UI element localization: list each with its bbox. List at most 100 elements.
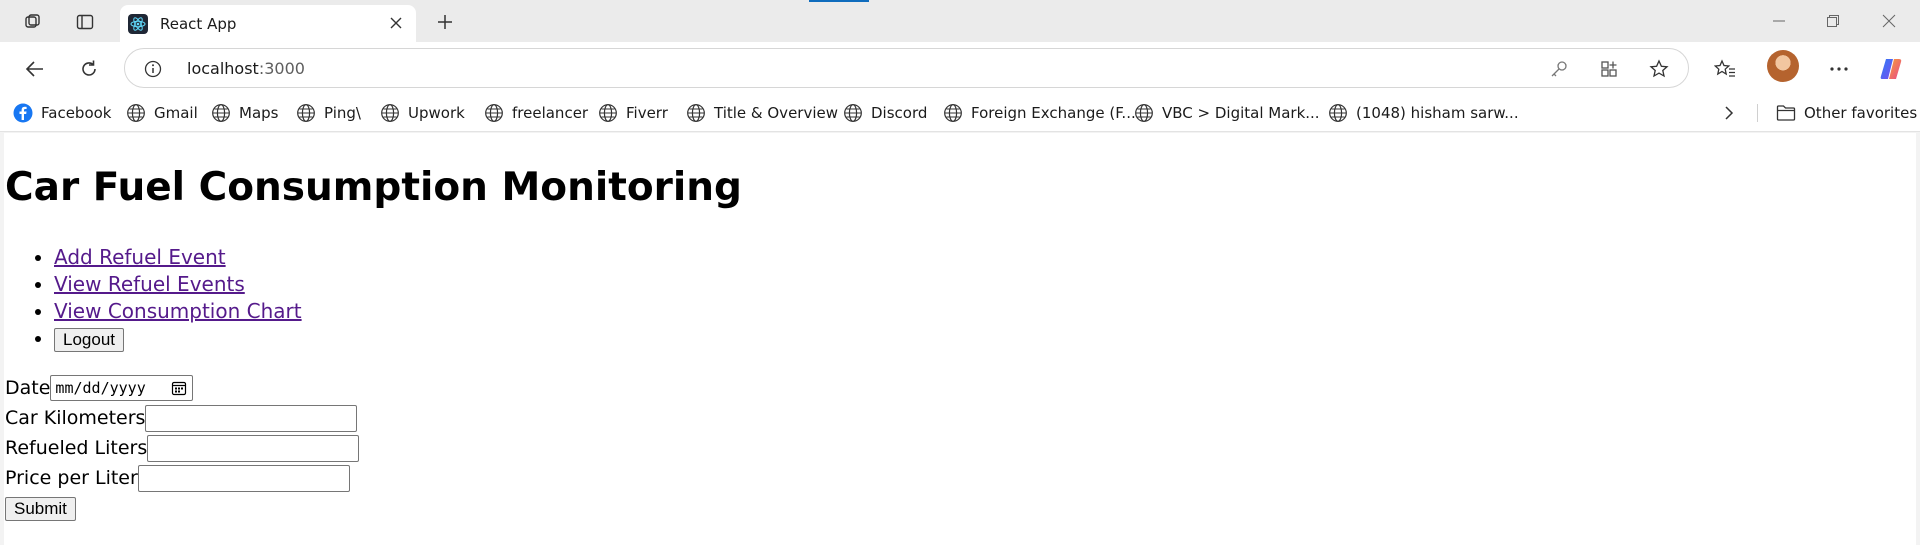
bookmark-label: Upwork [408, 104, 465, 122]
refresh-button[interactable] [72, 52, 106, 86]
tab-strip: React App [0, 0, 1920, 42]
bookmark-ping[interactable]: Ping\ [296, 102, 361, 124]
tab-actions-icon[interactable] [67, 8, 103, 36]
close-window-icon [1882, 14, 1896, 28]
bookmark-facebook[interactable]: Facebook [13, 102, 111, 124]
bookmarks-bar: Facebook Gmail Maps Ping\ Upwork freelan… [0, 94, 1920, 132]
back-button[interactable] [18, 52, 52, 86]
bookmark-label: Foreign Exchange (F... [971, 104, 1136, 122]
react-icon [128, 14, 148, 34]
chevron-right-icon[interactable] [1718, 102, 1740, 124]
bookmark-fiverr[interactable]: Fiverr [598, 102, 668, 124]
list-item: Add Refuel Event [54, 244, 302, 271]
new-tab-button[interactable] [430, 8, 460, 36]
calendar-icon[interactable] [170, 379, 188, 397]
date-input[interactable]: mm/dd/yyyy [50, 375, 194, 401]
info-icon[interactable] [143, 59, 163, 79]
bookmark-label: Ping\ [324, 104, 361, 122]
globe-icon [380, 103, 400, 123]
bookmark-title-overview[interactable]: Title & Overview [686, 102, 838, 124]
bookmark-label: Gmail [154, 104, 198, 122]
add-refuel-event-link[interactable]: Add Refuel Event [54, 245, 226, 269]
bookmark-label: Maps [239, 104, 279, 122]
tab-title: React App [160, 15, 237, 33]
bookmark-youtube[interactable]: (1048) hisham sarw... [1328, 102, 1519, 124]
price-row: Price per Liter [5, 463, 359, 493]
browser-toolbar: localhost:3000 [0, 42, 1920, 94]
minimize-button[interactable] [1756, 6, 1802, 36]
apps-icon[interactable] [1597, 57, 1621, 81]
submit-button[interactable]: Submit [5, 497, 76, 521]
globe-icon [686, 103, 706, 123]
avatar[interactable] [1767, 50, 1799, 82]
globe-icon [1328, 103, 1348, 123]
key-icon[interactable] [1547, 57, 1571, 81]
bookmark-freelancer[interactable]: freelancer [484, 102, 588, 124]
url-host: localhost [187, 59, 259, 78]
view-refuel-events-link[interactable]: View Refuel Events [54, 272, 245, 296]
favorite-star-icon[interactable] [1647, 57, 1671, 81]
address-bar[interactable]: localhost:3000 [124, 48, 1689, 88]
view-consumption-chart-link[interactable]: View Consumption Chart [54, 299, 302, 323]
bookmark-upwork[interactable]: Upwork [380, 102, 465, 124]
list-item: View Consumption Chart [54, 298, 302, 325]
list-item: View Refuel Events [54, 271, 302, 298]
folder-icon [1776, 103, 1796, 123]
bookmark-label: Facebook [41, 104, 112, 122]
bookmark-gmail[interactable]: Gmail [126, 102, 198, 124]
car-kilometers-label: Car Kilometers [5, 407, 146, 429]
copilot-icon [1880, 59, 1902, 79]
bookmark-foreign-exchange[interactable]: Foreign Exchange (F... [943, 102, 1136, 124]
favorites-button[interactable] [1708, 52, 1742, 86]
page-viewport: Car Fuel Consumption Monitoring Add Refu… [4, 133, 1916, 545]
close-window-button[interactable] [1866, 6, 1912, 36]
refueled-liters-label: Refueled Liters [5, 437, 148, 459]
back-arrow-icon [25, 61, 43, 77]
bookmark-label: freelancer [512, 104, 589, 122]
nav-list: Add Refuel Event View Refuel Events View… [4, 244, 302, 352]
price-per-liter-input[interactable] [137, 464, 350, 492]
date-label: Date [5, 377, 51, 399]
copilot-button[interactable] [1874, 52, 1908, 86]
globe-icon [296, 103, 316, 123]
bookmark-discord[interactable]: Discord [843, 102, 927, 124]
plus-icon [438, 15, 452, 29]
workspaces-icon[interactable] [15, 8, 51, 36]
bookmark-label: VBC > Digital Mark... [1162, 104, 1320, 122]
other-favorites[interactable]: Other favorites [1776, 102, 1917, 124]
close-icon[interactable] [386, 13, 406, 33]
minimize-icon [1773, 20, 1785, 22]
globe-icon [211, 103, 231, 123]
restore-icon [1827, 15, 1839, 27]
globe-icon [598, 103, 618, 123]
globe-icon [943, 103, 963, 123]
submit-row: Submit [5, 497, 359, 521]
url-text[interactable]: localhost:3000 [187, 59, 305, 78]
refueled-liters-input[interactable] [147, 434, 360, 462]
bookmark-label: Title & Overview [714, 104, 838, 122]
bookmark-label: Discord [871, 104, 928, 122]
other-favorites-label: Other favorites [1804, 104, 1918, 122]
logout-button[interactable]: Logout [54, 328, 124, 352]
bookmark-label: (1048) hisham sarw... [1356, 104, 1519, 122]
menu-button[interactable] [1822, 52, 1856, 86]
car-kilometers-input[interactable] [145, 404, 358, 432]
price-per-liter-label: Price per Liter [5, 467, 138, 489]
facebook-icon [13, 103, 33, 123]
url-port: :3000 [258, 59, 305, 78]
refuel-form: Date mm/dd/yyyy Car Kilometers Refueled … [5, 373, 360, 521]
more-icon [1830, 67, 1848, 71]
liters-row: Refueled Liters [5, 433, 360, 463]
globe-icon [1134, 103, 1154, 123]
globe-icon [126, 103, 146, 123]
bookmark-vbc[interactable]: VBC > Digital Mark... [1134, 102, 1320, 124]
bookmark-maps[interactable]: Maps [211, 102, 278, 124]
restore-button[interactable] [1810, 6, 1856, 36]
bookmark-label: Fiverr [626, 104, 668, 122]
refresh-icon [82, 60, 96, 76]
favorites-icon [1714, 59, 1735, 77]
page-title: Car Fuel Consumption Monitoring [5, 165, 742, 210]
tab-react-app[interactable]: React App [120, 5, 416, 42]
globe-icon [484, 103, 504, 123]
date-row: Date mm/dd/yyyy [5, 373, 359, 403]
